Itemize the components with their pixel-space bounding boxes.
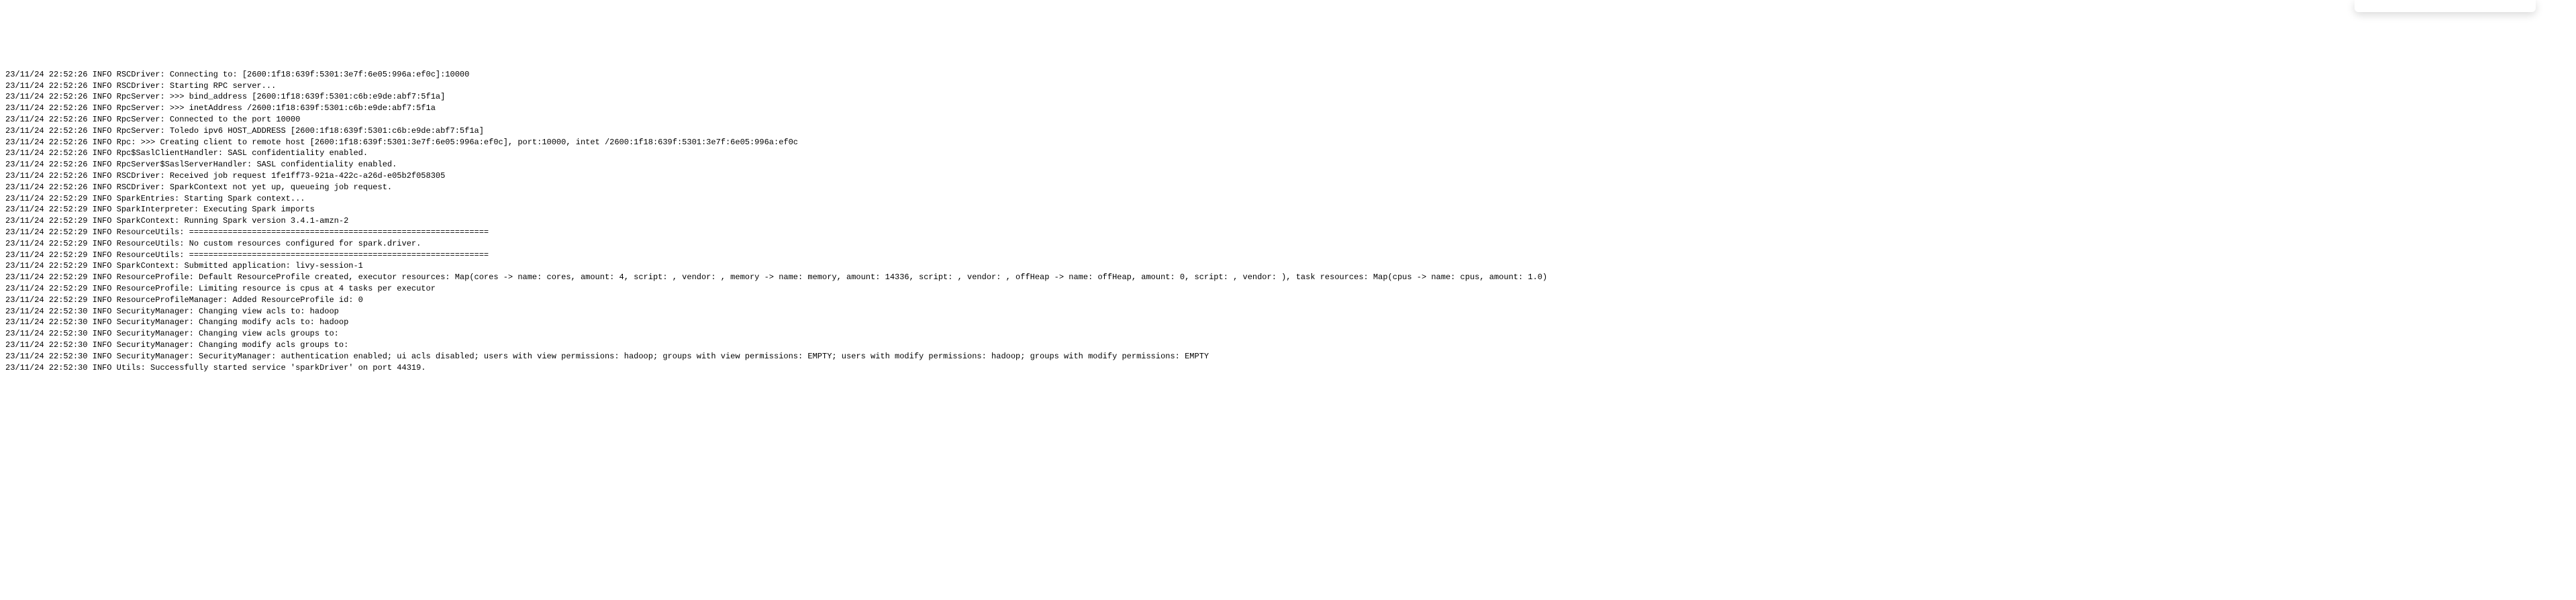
log-line: 23/11/24 22:52:30 INFO SecurityManager: …	[5, 328, 2571, 340]
log-line: 23/11/24 22:52:30 INFO SecurityManager: …	[5, 317, 2571, 328]
log-output: 23/11/24 22:52:26 INFO RSCDriver: Connec…	[5, 69, 2571, 374]
log-line: 23/11/24 22:52:29 INFO SparkContext: Sub…	[5, 260, 2571, 272]
log-line: 23/11/24 22:52:30 INFO SecurityManager: …	[5, 351, 2571, 362]
log-line: 23/11/24 22:52:26 INFO RpcServer: >>> bi…	[5, 91, 2571, 103]
log-line: 23/11/24 22:52:26 INFO RSCDriver: Connec…	[5, 69, 2571, 81]
log-line: 23/11/24 22:52:26 INFO Rpc$SaslClientHan…	[5, 148, 2571, 159]
log-line: 23/11/24 22:52:29 INFO SparkInterpreter:…	[5, 204, 2571, 215]
log-line: 23/11/24 22:52:26 INFO RpcServer: Toledo…	[5, 126, 2571, 137]
log-line: 23/11/24 22:52:26 INFO Rpc: >>> Creating…	[5, 137, 2571, 148]
log-line: 23/11/24 22:52:29 INFO ResourceUtils: No…	[5, 238, 2571, 250]
log-line: 23/11/24 22:52:29 INFO SparkContext: Run…	[5, 215, 2571, 227]
log-line: 23/11/24 22:52:26 INFO RpcServer$SaslSer…	[5, 159, 2571, 170]
log-line: 23/11/24 22:52:30 INFO Utils: Successful…	[5, 362, 2571, 374]
log-line: 23/11/24 22:52:26 INFO RSCDriver: Starti…	[5, 81, 2571, 92]
log-line: 23/11/24 22:52:29 INFO SparkEntries: Sta…	[5, 193, 2571, 205]
log-line: 23/11/24 22:52:26 INFO RSCDriver: SparkC…	[5, 182, 2571, 193]
log-line: 23/11/24 22:52:26 INFO RpcServer: >>> in…	[5, 103, 2571, 114]
log-line: 23/11/24 22:52:29 INFO ResourceProfile: …	[5, 272, 2571, 283]
log-line: 23/11/24 22:52:30 INFO SecurityManager: …	[5, 340, 2571, 351]
log-line: 23/11/24 22:52:29 INFO ResourceUtils: ==…	[5, 227, 2571, 238]
log-line: 23/11/24 22:52:29 INFO ResourceProfile: …	[5, 283, 2571, 295]
tooltip-remnant	[2355, 0, 2536, 12]
log-line: 23/11/24 22:52:26 INFO RSCDriver: Receiv…	[5, 170, 2571, 182]
log-line: 23/11/24 22:52:29 INFO ResourceUtils: ==…	[5, 250, 2571, 261]
log-line: 23/11/24 22:52:29 INFO ResourceProfileMa…	[5, 295, 2571, 306]
log-line: 23/11/24 22:52:26 INFO RpcServer: Connec…	[5, 114, 2571, 126]
log-line: 23/11/24 22:52:30 INFO SecurityManager: …	[5, 306, 2571, 317]
